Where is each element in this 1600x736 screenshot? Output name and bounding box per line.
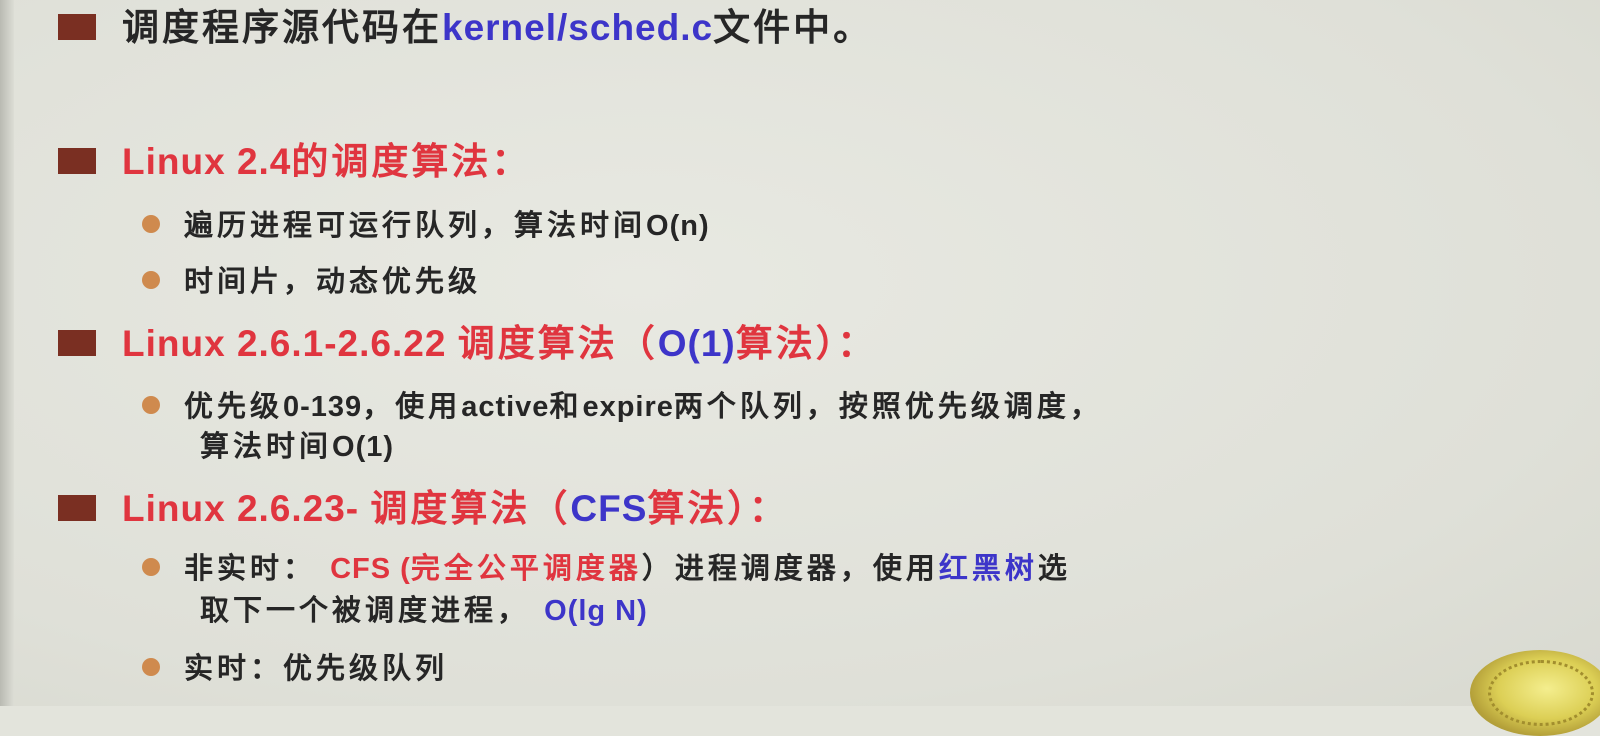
bullet-source-file: 调度程序源代码在kernel/sched.c文件中。: [58, 6, 873, 50]
text-use: ，使用: [362, 389, 462, 423]
subbullet-priority-queues-cont: 算法时间O(1): [200, 426, 394, 467]
round-bullet-icon: [142, 658, 160, 676]
round-bullet-icon: [142, 558, 160, 576]
subbullet-priority-queues: 优先级0-139，使用active和expire两个队列，按照优先级调度，: [142, 386, 1103, 427]
text-traverse: 遍历进程可运行队列，算法时间: [184, 208, 647, 242]
text-non-realtime: 非实时：: [184, 551, 331, 585]
round-bullet-icon: [142, 396, 160, 414]
text-pick-next: 取下一个被调度进程，: [200, 593, 545, 627]
text-active: active: [461, 391, 550, 423]
text-expire: expire: [582, 391, 674, 423]
text-paren-open: (: [391, 553, 411, 585]
text-fair-scheduler: 完全公平调度器: [410, 551, 642, 585]
text-o1-time: O(1): [332, 431, 395, 463]
text-on: O(n): [646, 210, 710, 242]
text-two-queues: 两个队列，按照优先级调度，: [673, 389, 1103, 423]
bullet-linux-24: Linux 2.4的调度算法：: [58, 140, 531, 184]
text-timeslice: 时间片，动态优先级: [184, 264, 482, 298]
text-process-scheduler: ）进程调度器，使用: [641, 551, 939, 585]
text-linux-26-range: Linux 2.6.1-2.6.22: [122, 323, 458, 364]
text-linux-24: Linux 2.4: [122, 141, 292, 182]
text-priority-range: 0-139: [283, 391, 363, 423]
slide: 调度程序源代码在kernel/sched.c文件中。 Linux 2.4的调度算…: [0, 0, 1600, 736]
text-realtime: 实时：优先级队列: [184, 651, 449, 685]
text-olgn: O(lg N): [544, 595, 648, 627]
square-bullet-icon: [58, 330, 96, 356]
text-algo-close-2: 算法）：: [647, 487, 789, 530]
text-cfs-red: CFS: [330, 553, 392, 585]
text-source-intro: 调度程序源代码在: [122, 6, 442, 49]
text-o1: O(1): [657, 323, 736, 364]
text-and: 和: [549, 389, 583, 423]
text-select: 选: [1037, 551, 1071, 585]
subbullet-non-realtime: 非实时： CFS (完全公平调度器）进程调度器，使用红黑树选: [142, 548, 1071, 589]
bullet-linux-26-cfs: Linux 2.6.23- 调度算法（CFS算法）：: [58, 487, 789, 531]
decoration-icon: [1470, 650, 1600, 736]
bullet-linux-26-o1: Linux 2.6.1-2.6.22 调度算法（O(1)算法）：: [58, 322, 877, 366]
text-rbtree: 红黑树: [938, 551, 1038, 585]
text-algo-open: 调度算法（: [457, 322, 658, 365]
text-sched-file: kernel/sched.c: [442, 7, 714, 48]
square-bullet-icon: [58, 148, 96, 174]
subbullet-traverse-queue: 遍历进程可运行队列，算法时间O(n): [142, 205, 710, 246]
text-source-end: 文件中。: [713, 6, 874, 49]
subbullet-non-realtime-cont: 取下一个被调度进程， O(lg N): [200, 590, 648, 631]
round-bullet-icon: [142, 215, 160, 233]
text-algo-time: 算法时间: [200, 429, 333, 463]
subbullet-realtime: 实时：优先级队列: [142, 648, 448, 688]
square-bullet-icon: [58, 495, 96, 521]
square-bullet-icon: [58, 14, 96, 40]
subbullet-timeslice: 时间片，动态优先级: [142, 261, 481, 301]
round-bullet-icon: [142, 271, 160, 289]
text-algo-open-2: 调度算法（: [370, 487, 571, 530]
left-edge-shadow: [0, 0, 14, 706]
text-cfs: CFS: [570, 488, 648, 529]
text-linux-2623: Linux 2.6.23-: [122, 488, 371, 529]
text-priority: 优先级: [184, 389, 284, 423]
text-algo-close: 算法）：: [735, 322, 878, 365]
text-linux-24-algo: 的调度算法：: [291, 140, 532, 183]
